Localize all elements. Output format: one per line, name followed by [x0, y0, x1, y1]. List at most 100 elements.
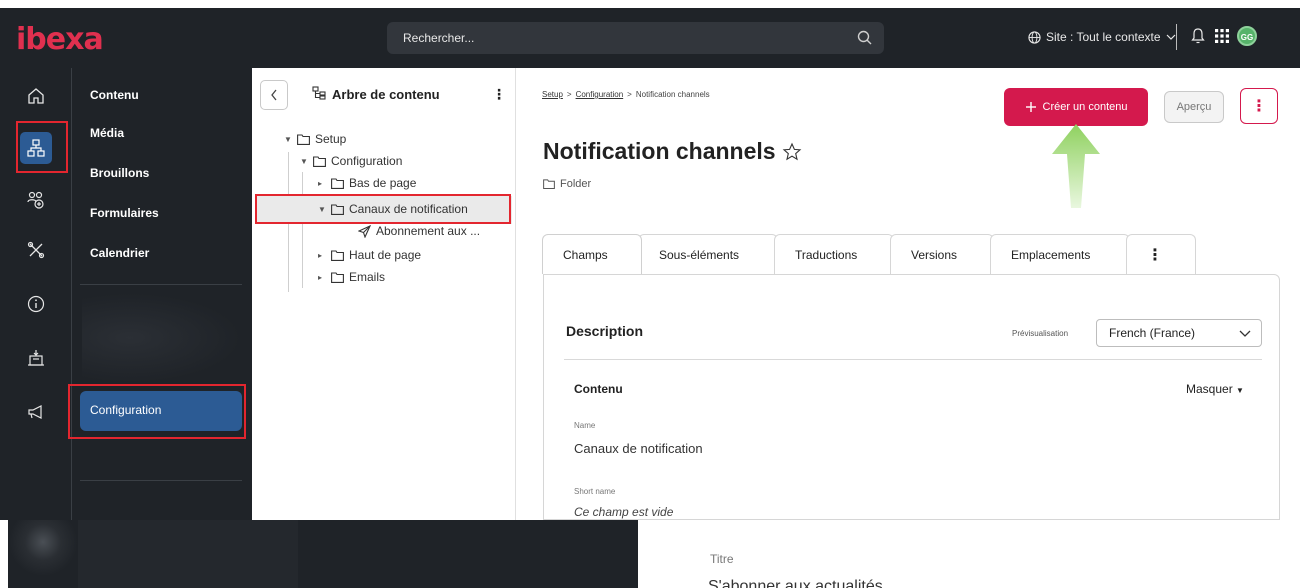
highlight-notification-channels: [255, 194, 511, 224]
tab-locations[interactable]: Emplacements: [990, 234, 1130, 274]
search-placeholder: Rechercher...: [403, 31, 475, 45]
breadcrumb-link-configuration[interactable]: Configuration: [576, 90, 624, 99]
content-type: Folder: [543, 178, 591, 190]
tree-node-label: Emails: [349, 270, 386, 284]
tree-node-subscription[interactable]: Abonnement aux ...: [358, 224, 480, 238]
overlay-field-value-title: S'abonner aux actualités: [708, 578, 883, 588]
breadcrumb: Setup > Configuration > Notification cha…: [542, 90, 710, 99]
site-context-switcher[interactable]: Site : Tout le contexte: [1028, 30, 1176, 44]
overlay-content-panel: Titre S'abonner aux actualités: [638, 520, 1300, 588]
folder-icon: [297, 133, 310, 145]
divider: [564, 359, 1262, 360]
folder-icon: [313, 155, 326, 167]
field-label-short-name: Short name: [574, 487, 616, 496]
inbox-icon[interactable]: [22, 344, 50, 372]
nav-item-media[interactable]: Média: [90, 126, 124, 140]
overlay-field-label-title: Titre: [710, 552, 734, 566]
field-label-name: Name: [574, 421, 596, 430]
preview-language-label: Prévisualisation: [1012, 329, 1069, 338]
tree-node-configuration[interactable]: ▼ Configuration: [300, 154, 402, 168]
top-bar: ibexa Rechercher... Site : Tout le conte…: [0, 0, 1300, 68]
blurred-avatar: [8, 520, 78, 588]
chevron-left-icon: [271, 89, 277, 101]
users-add-icon[interactable]: [22, 186, 50, 214]
tree-node-footer[interactable]: ▸ Bas de page: [318, 176, 416, 190]
group-content-title: Contenu: [574, 382, 623, 396]
tools-icon[interactable]: [22, 236, 50, 264]
tree-node-setup[interactable]: ▼ Setup: [284, 132, 346, 146]
caret-down-icon[interactable]: ▼: [284, 135, 292, 144]
search-icon[interactable]: [856, 29, 874, 47]
preview-button[interactable]: Aperçu: [1164, 91, 1224, 123]
highlight-rail-content-icon: [16, 121, 68, 173]
search-input[interactable]: Rechercher...: [387, 22, 884, 54]
tab-versions[interactable]: Versions: [890, 234, 994, 274]
folder-icon: [331, 249, 344, 261]
plus-icon: [1025, 102, 1036, 112]
overlay-dark-panel: [298, 520, 638, 588]
collapse-label: Masquer: [1186, 382, 1233, 396]
page-title: Notification channels: [543, 138, 802, 165]
nav-item-drafts[interactable]: Brouillons: [90, 166, 149, 180]
tab-fields[interactable]: Champs: [542, 234, 642, 274]
blurred-area: [82, 293, 242, 383]
breadcrumb-separator: >: [566, 90, 572, 99]
divider: [80, 284, 242, 285]
page-title-text: Notification channels: [543, 138, 776, 164]
create-content-button[interactable]: Créer un contenu: [1004, 88, 1148, 126]
overlay-edge: [0, 520, 8, 588]
breadcrumb-link-setup[interactable]: Setup: [542, 90, 563, 99]
user-avatar[interactable]: GG: [1237, 26, 1257, 46]
language-select[interactable]: French (France): [1096, 319, 1262, 347]
submenu-panel: Contenu Média Brouillons Formulaires Cal…: [72, 68, 252, 520]
collapse-toggle[interactable]: Masquer ▼: [1186, 382, 1244, 396]
send-icon: [358, 224, 371, 238]
bell-icon[interactable]: [1190, 27, 1206, 45]
collapse-tree-button[interactable]: [260, 80, 288, 110]
chevron-down-icon: [1239, 330, 1251, 337]
content-type-label: Folder: [560, 178, 592, 190]
breadcrumb-separator: >: [627, 90, 632, 99]
overlay-dark-panel: [78, 520, 298, 588]
home-icon[interactable]: [22, 82, 50, 110]
folder-icon: [331, 271, 344, 283]
tree-guide: [302, 172, 303, 288]
tree-node-header[interactable]: ▸ Haut de page: [318, 248, 421, 262]
caret-right-icon[interactable]: ▸: [318, 273, 326, 282]
apps-grid-icon[interactable]: [1215, 29, 1229, 43]
divider: [1176, 24, 1177, 50]
tree-more-icon[interactable]: ⋮: [492, 86, 506, 103]
globe-icon: [1028, 30, 1041, 44]
overlay-strip: Titre S'abonner aux actualités: [0, 520, 1300, 588]
caret-down-icon: ▼: [1236, 386, 1244, 395]
star-bookmark-icon[interactable]: [782, 142, 802, 162]
tree-node-label: Bas de page: [349, 176, 417, 190]
tab-sub-items[interactable]: Sous-éléments: [638, 234, 778, 274]
nav-item-calendar[interactable]: Calendrier: [90, 246, 149, 260]
field-value-name: Canaux de notification: [574, 441, 703, 456]
info-icon[interactable]: [22, 290, 50, 318]
nav-item-forms[interactable]: Formulaires: [90, 206, 159, 220]
section-description-title: Description: [566, 323, 644, 339]
divider: [80, 480, 242, 481]
tree-node-emails[interactable]: ▸ Emails: [318, 270, 385, 284]
caret-down-icon[interactable]: ▼: [300, 157, 308, 166]
create-content-label: Créer un contenu: [1042, 101, 1128, 113]
more-actions-button[interactable]: ⋮: [1240, 88, 1278, 124]
tree-icon: [312, 86, 326, 100]
tree-node-label: Configuration: [331, 154, 403, 168]
ibexa-logo[interactable]: ibexa: [16, 22, 104, 57]
caret-right-icon[interactable]: ▸: [318, 251, 326, 260]
folder-icon: [543, 179, 555, 189]
megaphone-icon[interactable]: [22, 398, 50, 426]
tab-more[interactable]: ⋮: [1126, 234, 1196, 274]
up-arrow-annotation: [1052, 124, 1100, 208]
tree-title: Arbre de contenu: [332, 87, 440, 102]
highlight-configuration: [68, 384, 246, 439]
content-view: Setup > Configuration > Notification cha…: [516, 68, 1300, 520]
tab-translations[interactable]: Traductions: [774, 234, 894, 274]
content-tree-panel: Arbre de contenu ⋮ ▼ Setup ▼ Configurati…: [252, 68, 516, 520]
nav-item-content[interactable]: Contenu: [90, 88, 139, 102]
caret-right-icon[interactable]: ▸: [318, 179, 326, 188]
tree-node-label: Abonnement aux ...: [376, 224, 481, 238]
